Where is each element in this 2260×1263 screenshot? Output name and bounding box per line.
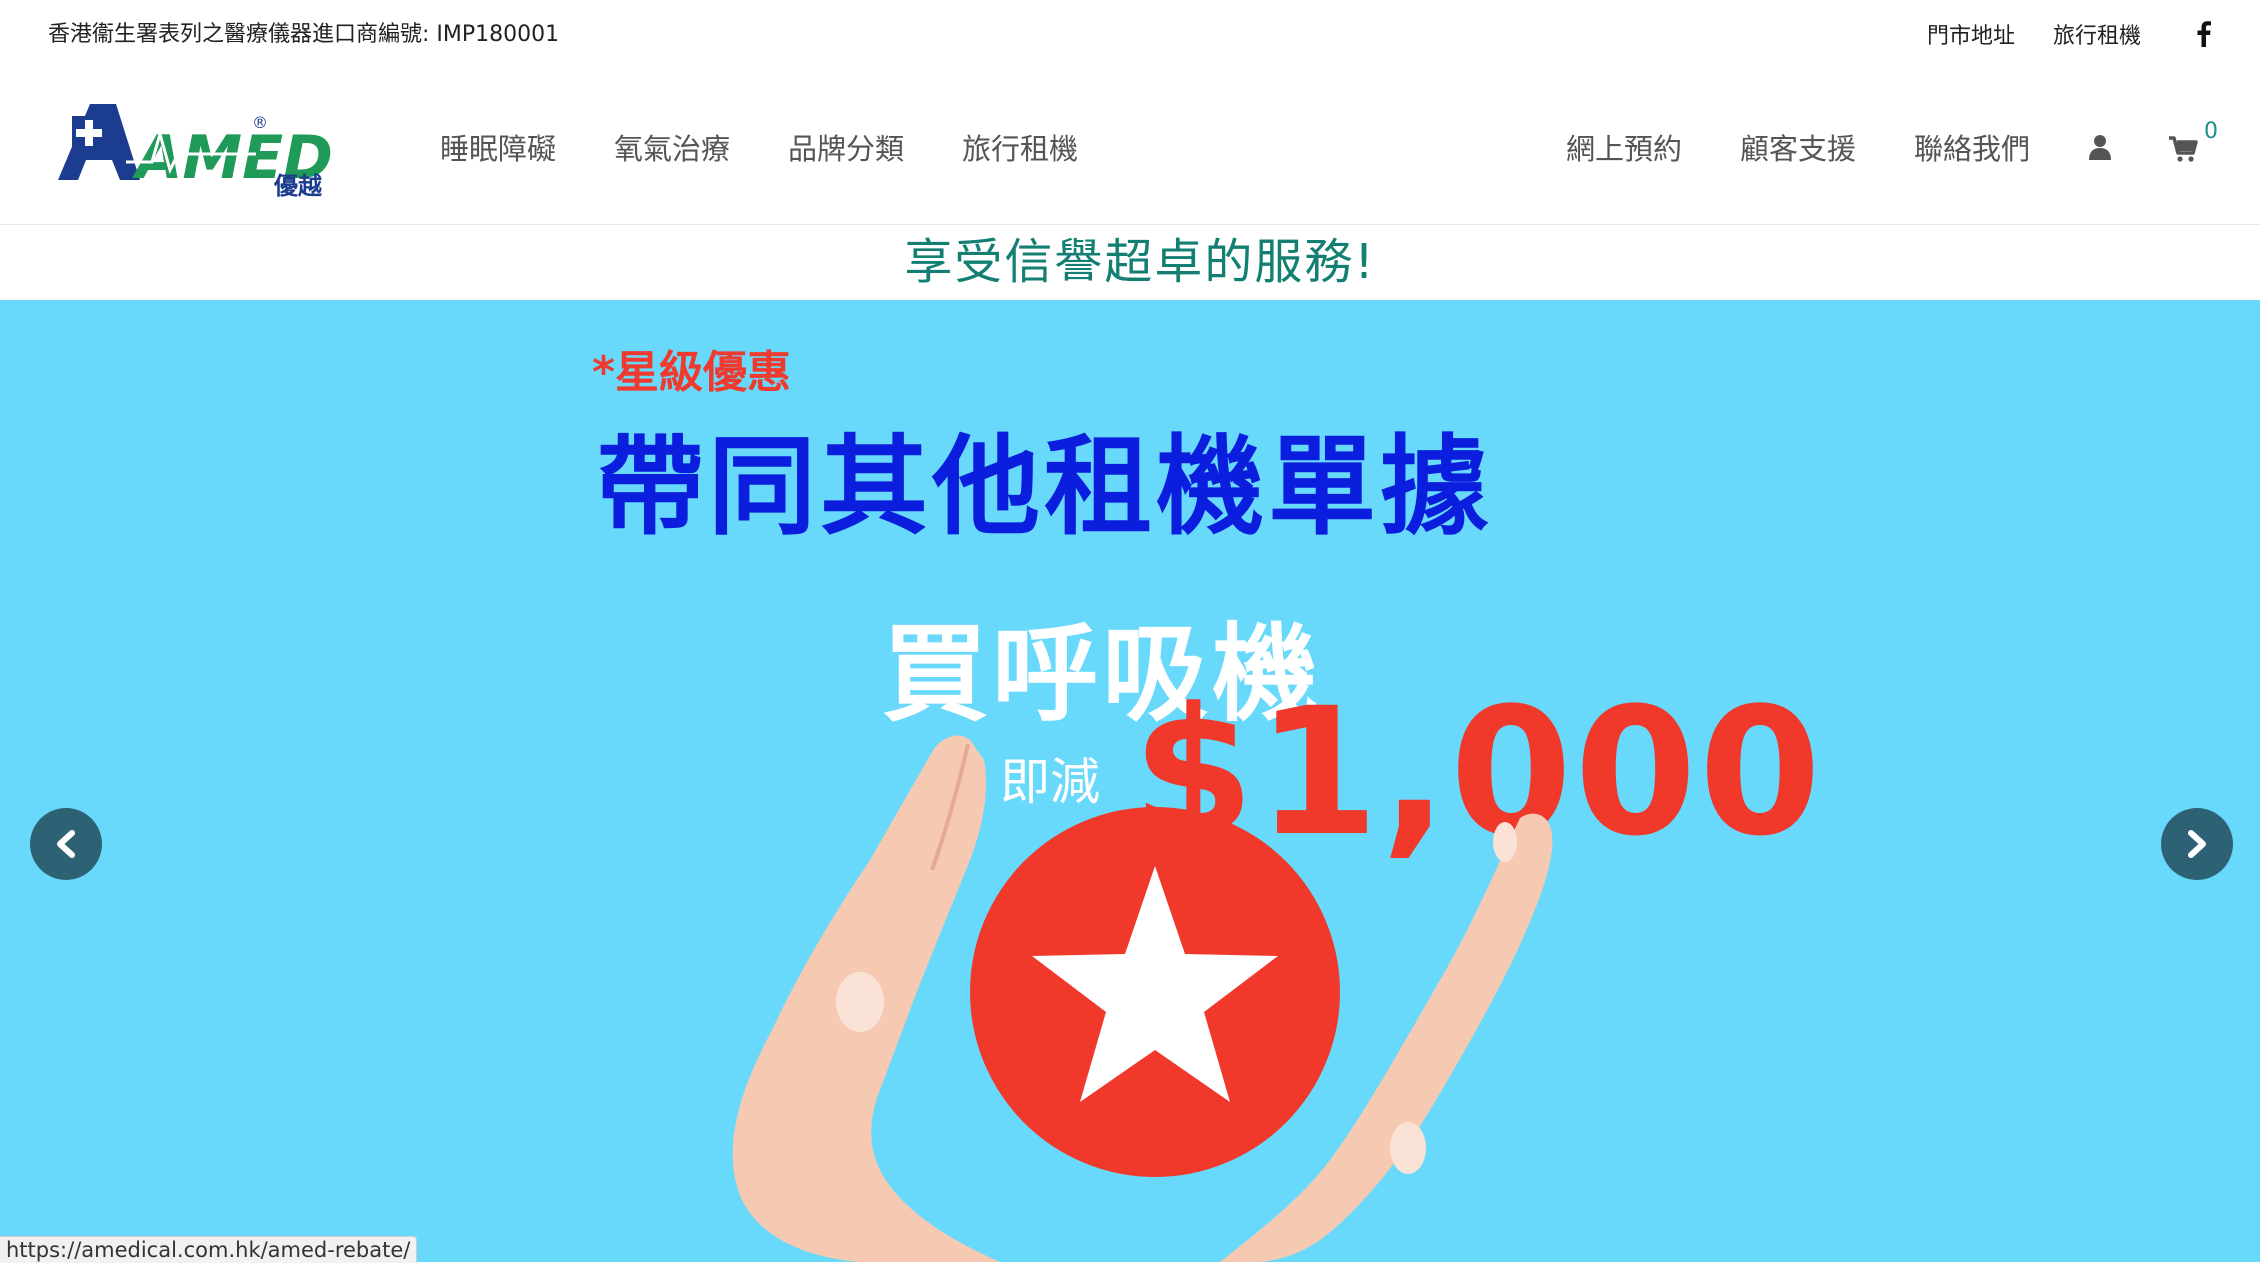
nav-contact-us[interactable]: 聯絡我們 [1914, 126, 2030, 168]
top-links: 門市地址 旅行租機 [1927, 18, 2260, 50]
cart-count-badge: 0 [2204, 119, 2218, 144]
cart-icon [2169, 136, 2198, 162]
top-bar: 香港衞生署表列之醫療儀器進口商編號: IMP180001 門市地址 旅行租機 [0, 0, 2260, 64]
nav-sleep-disorders[interactable]: 睡眠障礙 [440, 126, 556, 168]
chevron-right-icon [2188, 830, 2206, 858]
promo-tag: *星級優惠 [592, 347, 792, 398]
nav-oxygen-therapy[interactable]: 氧氣治療 [614, 126, 730, 168]
facebook-icon[interactable] [2193, 21, 2213, 47]
promo-headline: 帶同其他租機單據 [596, 425, 1493, 550]
service-tagline: 享受信譽超卓的服務! [904, 234, 1376, 290]
user-icon[interactable] [2088, 134, 2112, 160]
nav-online-booking[interactable]: 網上預約 [1566, 126, 1682, 168]
main-header: AMED ® 優越 睡眠障礙 氧氣治療 品牌分類 旅行租機 網上預約 顧客支援 … [0, 64, 2260, 225]
nav-brands[interactable]: 品牌分類 [788, 126, 904, 168]
amed-logo[interactable]: AMED ® 優越 [56, 98, 346, 208]
primary-nav: 睡眠障礙 氧氣治療 品牌分類 旅行租機 [440, 126, 1136, 168]
importer-notice: 香港衞生署表列之醫療儀器進口商編號: IMP180001 [48, 22, 560, 47]
secondary-nav: 網上預約 顧客支援 聯絡我們 0 [1566, 119, 2218, 168]
hero-slider[interactable]: *星級優惠 帶同其他租機單據 買呼吸機 即減 $1,000 [0, 300, 2260, 1262]
slider-prev-button[interactable] [30, 808, 102, 880]
nav-travel-rental[interactable]: 旅行租機 [962, 126, 1078, 168]
logo-registered-mark: ® [252, 113, 268, 132]
browser-status-url: https://amedical.com.hk/amed-rebate/ [0, 1236, 418, 1263]
store-address-link[interactable]: 門市地址 [1927, 18, 2015, 50]
hands-star-illustration [732, 735, 1553, 1262]
tagline-bar: 享受信譽超卓的服務! [0, 225, 2260, 300]
logo-subtitle: 優越 [273, 172, 323, 200]
slider-next-button[interactable] [2161, 808, 2233, 880]
nav-customer-support[interactable]: 顧客支援 [1740, 126, 1856, 168]
chevron-left-icon [57, 830, 75, 858]
cart-button[interactable]: 0 [2168, 119, 2218, 163]
travel-rental-top-link[interactable]: 旅行租機 [2053, 18, 2141, 50]
